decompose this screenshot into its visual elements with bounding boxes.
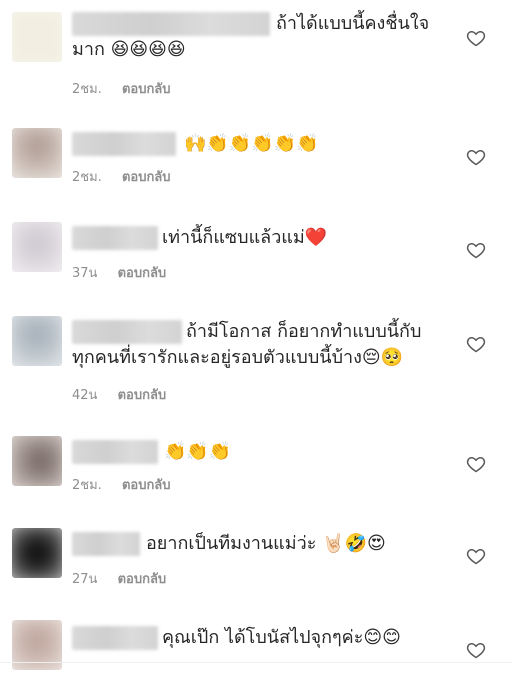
comment-text: ถ้ามีโอกาส ก็อยากทำแบบนี้กับ (186, 321, 422, 342)
comment-text-continued: มาก 😆😆😆😆 (72, 39, 186, 60)
comment-time: 27น (72, 572, 98, 587)
comment-meta: 2ชม. ตอบกลับ (72, 78, 171, 99)
comment-text-continued: ทุกคนที่เรารักและอยู่รอบตัวแบบนี้บ้าง😔🥺 (72, 347, 404, 368)
comment-text: 🙌👏👏👏👏👏 (184, 133, 319, 154)
avatar[interactable] (12, 128, 62, 178)
username-blurred[interactable] (72, 12, 270, 36)
reply-button[interactable]: ตอบกลับ (122, 166, 171, 187)
comment-time: 42น (72, 388, 98, 403)
reply-button[interactable]: ตอบกลับ (118, 262, 167, 283)
comment-time: 2ชม. (72, 82, 102, 97)
heart-outline-icon[interactable] (466, 454, 486, 474)
reply-button[interactable]: ตอบกลับ (118, 568, 167, 589)
heart-outline-icon[interactable] (466, 147, 486, 167)
avatar[interactable] (12, 222, 62, 272)
reply-button[interactable]: ตอบกลับ (122, 78, 171, 99)
username-blurred[interactable] (72, 532, 140, 556)
comment-time: 2ชม. (72, 170, 102, 185)
heart-outline-icon[interactable] (466, 546, 486, 566)
divider (0, 662, 512, 663)
comment-text: 👏👏👏 (164, 441, 232, 462)
heart-outline-icon[interactable] (466, 334, 486, 354)
reply-button[interactable]: ตอบกลับ (118, 384, 167, 405)
comment-time: 37น (72, 266, 98, 281)
heart-outline-icon[interactable] (466, 240, 486, 260)
comment-meta: 42น ตอบกลับ (72, 384, 166, 405)
heart-outline-icon[interactable] (466, 28, 486, 48)
comment-meta: 27น ตอบกลับ (72, 568, 166, 589)
comment-meta: 2ชม. ตอบกลับ (72, 474, 171, 495)
username-blurred[interactable] (72, 626, 158, 650)
username-blurred[interactable] (72, 132, 176, 156)
username-blurred[interactable] (72, 226, 158, 250)
comment-text: ถ้าได้แบบนี้คงชื่นใจ (276, 13, 430, 34)
heart-outline-icon[interactable] (466, 640, 486, 660)
reply-button[interactable]: ตอบกลับ (122, 474, 171, 495)
avatar[interactable] (12, 436, 62, 486)
comment-text: คุณเป๊ก ได้โบนัสไปจุกๆค่ะ😊😊 (162, 627, 401, 648)
comment-text: อยากเป็นทีมงานแม่ว่ะ 🤘🏻🤣😍 (146, 533, 386, 554)
avatar[interactable] (12, 316, 62, 366)
avatar[interactable] (12, 528, 62, 578)
comment-meta: 2ชม. ตอบกลับ (72, 166, 171, 187)
username-blurred[interactable] (72, 440, 158, 464)
comment-time: 2ชม. (72, 478, 102, 493)
username-blurred[interactable] (72, 320, 182, 344)
comment-text: เท่านี้ก็แซบแล้วแม่❤️ (162, 227, 328, 248)
avatar[interactable] (12, 12, 62, 62)
comment-meta: 37น ตอบกลับ (72, 262, 166, 283)
